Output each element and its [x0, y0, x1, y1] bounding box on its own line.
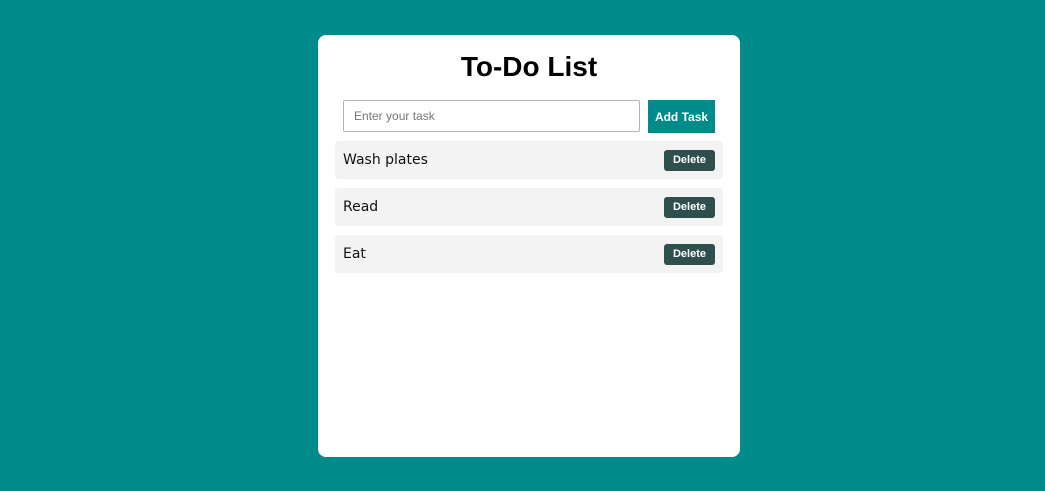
- task-list: Wash plates Delete Read Delete Eat Delet…: [335, 141, 723, 282]
- page-title: To-Do List: [460, 51, 598, 82]
- task-text: Read: [343, 199, 379, 215]
- delete-button[interactable]: Delete: [664, 243, 715, 265]
- task-item: Wash plates Delete: [335, 141, 723, 179]
- delete-button[interactable]: Delete: [664, 149, 715, 171]
- task-item: Eat Delete: [335, 235, 723, 273]
- add-task-button[interactable]: Add Task: [648, 100, 715, 133]
- todo-card: To-Do List Add Task Wash plates Delete R…: [318, 35, 740, 457]
- task-text: Eat: [343, 246, 366, 262]
- task-text: Wash plates: [343, 152, 428, 168]
- task-item: Read Delete: [335, 188, 723, 226]
- task-input[interactable]: [343, 100, 640, 132]
- delete-button[interactable]: Delete: [664, 196, 715, 218]
